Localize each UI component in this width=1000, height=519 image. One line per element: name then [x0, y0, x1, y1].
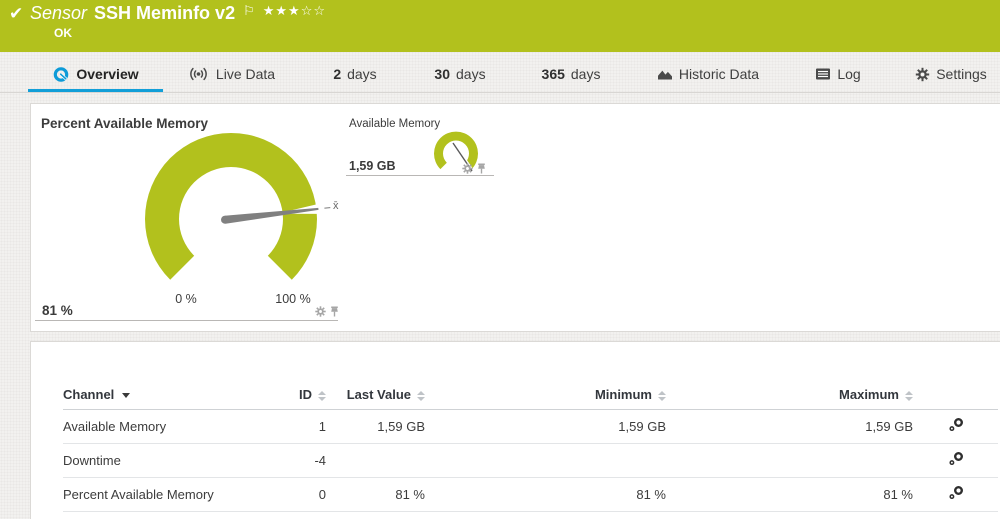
cell-last-value: 81 %: [326, 477, 425, 511]
sensor-header: ✔ Sensor SSH Meminfo v2 ⚐ ★★★☆☆ OK: [0, 0, 1000, 52]
column-header-last-value[interactable]: Last Value: [326, 381, 425, 409]
gear-icon[interactable]: [315, 306, 326, 317]
active-tab-underline: [28, 89, 163, 93]
cell-maximum: 1,59 GB: [666, 409, 913, 443]
primary-gauge-actions: [315, 306, 339, 317]
primary-gauge-divider: [35, 320, 338, 321]
prtg-sensor-page: ✔ Sensor SSH Meminfo v2 ⚐ ★★★☆☆ OK Overview…: [0, 0, 1000, 519]
sensor-title-line: Sensor SSH Meminfo v2 ⚐ ★★★☆☆: [30, 3, 326, 24]
tab-label: Log: [837, 66, 860, 82]
tab-settings[interactable]: Settings: [911, 64, 991, 84]
pin-icon[interactable]: [477, 163, 486, 174]
live-data-broadcast-icon: [187, 66, 210, 82]
tab-30-days[interactable]: 30 days: [429, 64, 491, 84]
column-header-id[interactable]: ID: [251, 381, 326, 409]
sensor-name: SSH Meminfo v2: [94, 3, 235, 23]
tab-number: 30: [434, 66, 450, 82]
secondary-gauge-actions: [462, 163, 486, 174]
tab-number: 365: [542, 66, 565, 82]
tab-live-data[interactable]: Live Data: [183, 64, 279, 84]
channel-settings-icon[interactable]: [948, 417, 964, 432]
tab-label: Live Data: [216, 66, 275, 82]
sort-arrows-icon: [318, 391, 326, 401]
table-row[interactable]: Downtime -4: [63, 443, 998, 477]
tab-number: 2: [333, 66, 341, 82]
column-header-maximum[interactable]: Maximum: [666, 381, 913, 409]
cell-minimum: [425, 443, 666, 477]
sort-arrows-icon: [905, 391, 913, 401]
cell-id: 0: [251, 477, 326, 511]
table-header-row: Channel ID Last Value Minimum Maximum: [63, 381, 998, 409]
settings-gear-icon: [915, 67, 930, 82]
priority-stars[interactable]: ★★★☆☆: [263, 3, 326, 18]
cell-channel[interactable]: Available Memory: [63, 409, 251, 443]
channel-settings-icon[interactable]: [948, 451, 964, 466]
sensor-kind-label: Sensor: [30, 3, 87, 23]
log-list-icon: [815, 67, 831, 81]
sort-arrows-icon: [658, 391, 666, 401]
table-row[interactable]: Percent Available Memory 0 81 % 81 % 81 …: [63, 477, 998, 511]
secondary-gauge-value: 1,59 GB: [349, 159, 396, 173]
primary-gauge-value: 81 %: [42, 303, 73, 318]
cell-id: 1: [251, 409, 326, 443]
status-badge: OK: [54, 26, 72, 40]
gear-icon[interactable]: [462, 163, 473, 174]
tab-label: days: [571, 66, 601, 82]
tab-label: Overview: [76, 66, 138, 82]
overview-gauge-icon: [52, 66, 70, 83]
primary-gauge-max-label: 100 %: [268, 292, 318, 306]
sort-caret-down-icon: [122, 393, 130, 398]
cell-channel[interactable]: Downtime: [63, 443, 251, 477]
tab-overview[interactable]: Overview: [28, 64, 163, 84]
tab-label: days: [347, 66, 377, 82]
tab-label: Settings: [936, 66, 987, 82]
secondary-gauge-divider: [346, 175, 494, 176]
tab-bar: Overview Live Data 2 days 30 days 365 da…: [0, 52, 1000, 93]
cell-id: -4: [251, 443, 326, 477]
column-header-channel[interactable]: Channel: [63, 381, 251, 409]
primary-gauge-arc: [145, 133, 317, 280]
tab-365-days[interactable]: 365 days: [536, 64, 606, 84]
channels-panel: Channel ID Last Value Minimum Maximum: [30, 341, 1000, 519]
historic-data-chart-icon: [657, 67, 673, 82]
column-header-actions: [913, 381, 998, 409]
cell-minimum: 1,59 GB: [425, 409, 666, 443]
cell-maximum: [666, 443, 913, 477]
cell-channel[interactable]: Percent Available Memory: [63, 477, 251, 511]
pin-icon[interactable]: [330, 306, 339, 317]
gauges-panel: Percent Available Memory Available Memor…: [30, 103, 1000, 332]
stars-empty: ☆☆: [301, 3, 326, 18]
mean-tick: [324, 208, 330, 209]
tab-2-days[interactable]: 2 days: [325, 64, 385, 84]
cell-minimum: 81 %: [425, 477, 666, 511]
primary-gauge-min-label: 0 %: [161, 292, 211, 306]
channel-settings-icon[interactable]: [948, 485, 964, 500]
tab-label: days: [456, 66, 486, 82]
tab-label: Historic Data: [679, 66, 759, 82]
mean-marker-label: x̄: [333, 200, 339, 212]
channels-table: Channel ID Last Value Minimum Maximum: [63, 381, 998, 512]
stars-filled: ★★★: [263, 3, 301, 18]
cell-maximum: 81 %: [666, 477, 913, 511]
table-row[interactable]: Available Memory 1 1,59 GB 1,59 GB 1,59 …: [63, 409, 998, 443]
sort-arrows-icon: [417, 391, 425, 401]
tab-log[interactable]: Log: [810, 64, 866, 84]
tab-historic-data[interactable]: Historic Data: [650, 64, 766, 84]
flag-icon[interactable]: ⚐: [243, 3, 255, 18]
cell-last-value: [326, 443, 425, 477]
cell-last-value: 1,59 GB: [326, 409, 425, 443]
status-check-icon: ✔: [9, 4, 23, 24]
column-header-minimum[interactable]: Minimum: [425, 381, 666, 409]
